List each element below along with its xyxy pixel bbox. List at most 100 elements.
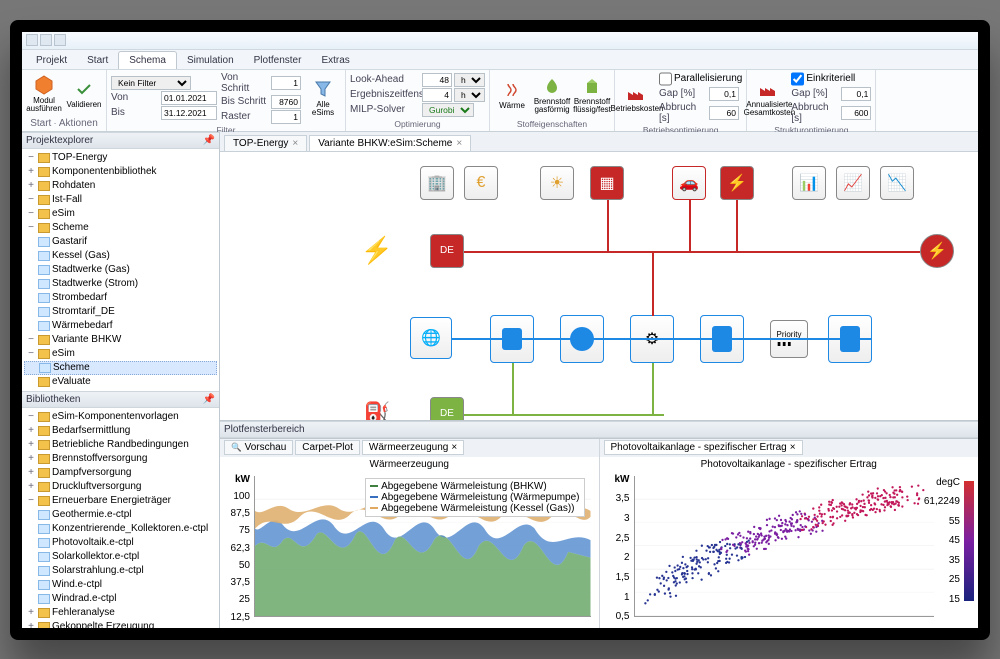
comp-gastank[interactable]: ⛽ xyxy=(360,397,394,420)
tree-node[interactable]: Geothermie.e-ctpl xyxy=(24,508,217,522)
tree-node[interactable]: Konzentrierende_Kollektoren.e-ctpl xyxy=(24,522,217,536)
comp-de-gas[interactable]: DE xyxy=(430,397,464,420)
panel-pin-icon[interactable]: 📌 xyxy=(203,135,215,146)
tree-node[interactable]: +Druckluftversorgung xyxy=(24,480,217,494)
tree-node[interactable]: +Dampfversorgung xyxy=(24,466,217,480)
gap-input[interactable] xyxy=(709,87,739,101)
tree-node[interactable]: Scheme xyxy=(24,361,217,375)
comp-globe[interactable]: 🌐 xyxy=(410,317,452,359)
tree-node[interactable]: Gastarif xyxy=(24,235,217,249)
fest-button[interactable]: Brennstoff flüssig/fest xyxy=(574,74,610,116)
tree-node[interactable]: Strombedarf xyxy=(24,291,217,305)
bisschritt-input[interactable] xyxy=(271,95,301,109)
comp-chart3[interactable]: 📉 xyxy=(880,166,914,200)
comp-euro[interactable]: € xyxy=(464,166,498,200)
struct-abbruch-input[interactable] xyxy=(841,106,871,120)
zeitfenster-input[interactable] xyxy=(422,88,452,102)
tree-node[interactable]: −eSim xyxy=(24,207,217,221)
plot-tab[interactable]: Photovoltaikanlage - spezifischer Ertrag… xyxy=(604,440,803,455)
tree-node[interactable]: Wind.e-ctpl xyxy=(24,578,217,592)
close-icon[interactable]: × xyxy=(292,138,298,149)
tree-node[interactable]: Stadtwerke (Gas) xyxy=(24,263,217,277)
raster-input[interactable] xyxy=(271,110,301,124)
tree-node[interactable]: +Gekoppelte Erzeugung xyxy=(24,620,217,628)
annualisierte-button[interactable]: Annualisierte Gesamtkosten xyxy=(751,77,787,119)
gas-button[interactable]: Brennstoff gasförmig xyxy=(534,74,570,116)
comp-chart1[interactable]: 📊 xyxy=(792,166,826,200)
tree-node[interactable]: Photovoltaik.e-ctpl xyxy=(24,536,217,550)
comp-pylon[interactable]: ⚡ xyxy=(360,234,394,268)
von-input[interactable] xyxy=(161,91,217,105)
tree-node[interactable]: +Brennstoffversorgung xyxy=(24,452,217,466)
zeitfenster-unit[interactable]: h xyxy=(454,88,485,102)
tab-start[interactable]: Start xyxy=(77,52,118,69)
plot-area[interactable] xyxy=(634,476,935,617)
qa-redo-icon[interactable] xyxy=(54,34,66,46)
tree-node[interactable]: Wärmebedarf xyxy=(24,319,217,333)
comp-pv[interactable]: ▦ xyxy=(590,166,624,200)
plot-tab[interactable]: 🔍Vorschau xyxy=(224,440,293,455)
y-axis: kW10087,57562,35037,52512,5 xyxy=(220,472,254,625)
tree-node[interactable]: −TOP-Energy xyxy=(24,151,217,165)
close-icon[interactable]: × xyxy=(790,442,796,453)
close-icon[interactable]: × xyxy=(451,442,457,453)
comp-de-tariff[interactable]: DE xyxy=(430,234,464,268)
waerme-button[interactable]: Wärme xyxy=(494,74,530,116)
qa-save-icon[interactable] xyxy=(26,34,38,46)
milp-select[interactable]: Gurobi xyxy=(422,103,474,117)
comp-chart2[interactable]: 📈 xyxy=(836,166,870,200)
tree-node[interactable]: −Ist-Fall xyxy=(24,193,217,207)
panel-title: Bibliotheken xyxy=(26,394,80,405)
comp-meter[interactable]: ⚡ xyxy=(920,234,954,268)
tree-node[interactable]: −Erneuerbare Energieträger xyxy=(24,494,217,508)
abbruch-input[interactable] xyxy=(709,106,739,120)
qa-undo-icon[interactable] xyxy=(40,34,52,46)
plot-area[interactable]: Abgegebene Wärmeleistung (BHKW) Abgegebe… xyxy=(254,476,591,617)
modul-ausfuehren-button[interactable]: Modul ausführen xyxy=(26,73,62,115)
doc-tab[interactable]: Variante BHKW:eSim:Scheme× xyxy=(309,135,471,151)
bis-input[interactable] xyxy=(161,106,217,120)
comp-building[interactable]: 🏢 xyxy=(420,166,454,200)
color-bar xyxy=(964,481,974,601)
panel-pin-icon[interactable]: 📌 xyxy=(203,394,215,405)
plot-tab[interactable]: Carpet-Plot xyxy=(295,440,360,455)
tree-node[interactable]: +Fehleranalyse xyxy=(24,606,217,620)
plot-tab[interactable]: Wärmeerzeugung× xyxy=(362,440,464,455)
lookahead-input[interactable] xyxy=(422,73,452,87)
tree-node[interactable]: Solarstrahlung.e-ctpl xyxy=(24,564,217,578)
comp-ev[interactable]: 🚗 xyxy=(672,166,706,200)
tree-node[interactable]: −Scheme xyxy=(24,221,217,235)
validieren-button[interactable]: Validieren xyxy=(66,73,102,115)
parallel-checkbox[interactable] xyxy=(659,72,672,86)
struct-gap-input[interactable] xyxy=(841,87,871,101)
lookahead-unit[interactable]: h xyxy=(454,73,485,87)
einkriteriell-checkbox[interactable] xyxy=(791,72,804,86)
tree-node[interactable]: Stromtarif_DE xyxy=(24,305,217,319)
tree-node[interactable]: −Variante BHKW xyxy=(24,333,217,347)
alle-esims-button[interactable]: Alle eSims xyxy=(305,77,341,119)
comp-sun[interactable]: ☀ xyxy=(540,166,574,200)
tab-simulation[interactable]: Simulation xyxy=(177,52,244,69)
tree-node[interactable]: eValuate xyxy=(24,375,217,389)
tree-node[interactable]: −eSim xyxy=(24,347,217,361)
tree-node[interactable]: +Bedarfsermittlung xyxy=(24,424,217,438)
doc-tab[interactable]: TOP-Energy× xyxy=(224,135,307,151)
tab-plotfenster[interactable]: Plotfenster xyxy=(244,52,312,69)
close-icon[interactable]: × xyxy=(456,138,462,149)
tab-schema[interactable]: Schema xyxy=(118,51,177,69)
tree-node[interactable]: Stadtwerke (Strom) xyxy=(24,277,217,291)
betriebskosten-button[interactable]: Betriebskosten xyxy=(619,77,655,119)
tree-node[interactable]: +Rohdaten xyxy=(24,179,217,193)
tree-node[interactable]: +Betriebliche Randbedingungen xyxy=(24,438,217,452)
comp-bolt[interactable]: ⚡ xyxy=(720,166,754,200)
vonschritt-input[interactable] xyxy=(271,76,301,90)
tree-node[interactable]: Kessel (Gas) xyxy=(24,249,217,263)
tab-projekt[interactable]: Projekt xyxy=(26,52,77,69)
tree-node[interactable]: Windrad.e-ctpl xyxy=(24,592,217,606)
filter-select[interactable]: Kein Filter xyxy=(111,76,191,90)
tab-extras[interactable]: Extras xyxy=(311,52,359,69)
tree-node[interactable]: −eSim-Komponentenvorlagen xyxy=(24,410,217,424)
tree-node[interactable]: Solarkollektor.e-ctpl xyxy=(24,550,217,564)
scheme-canvas[interactable]: 🏢 € ☀ ▦ 🚗 ⚡ 📊 📈 📉 ⚡ DE ⚡ 🌐 ⚙ Priority∎∎∎… xyxy=(220,152,978,420)
tree-node[interactable]: +Komponentenbibliothek xyxy=(24,165,217,179)
